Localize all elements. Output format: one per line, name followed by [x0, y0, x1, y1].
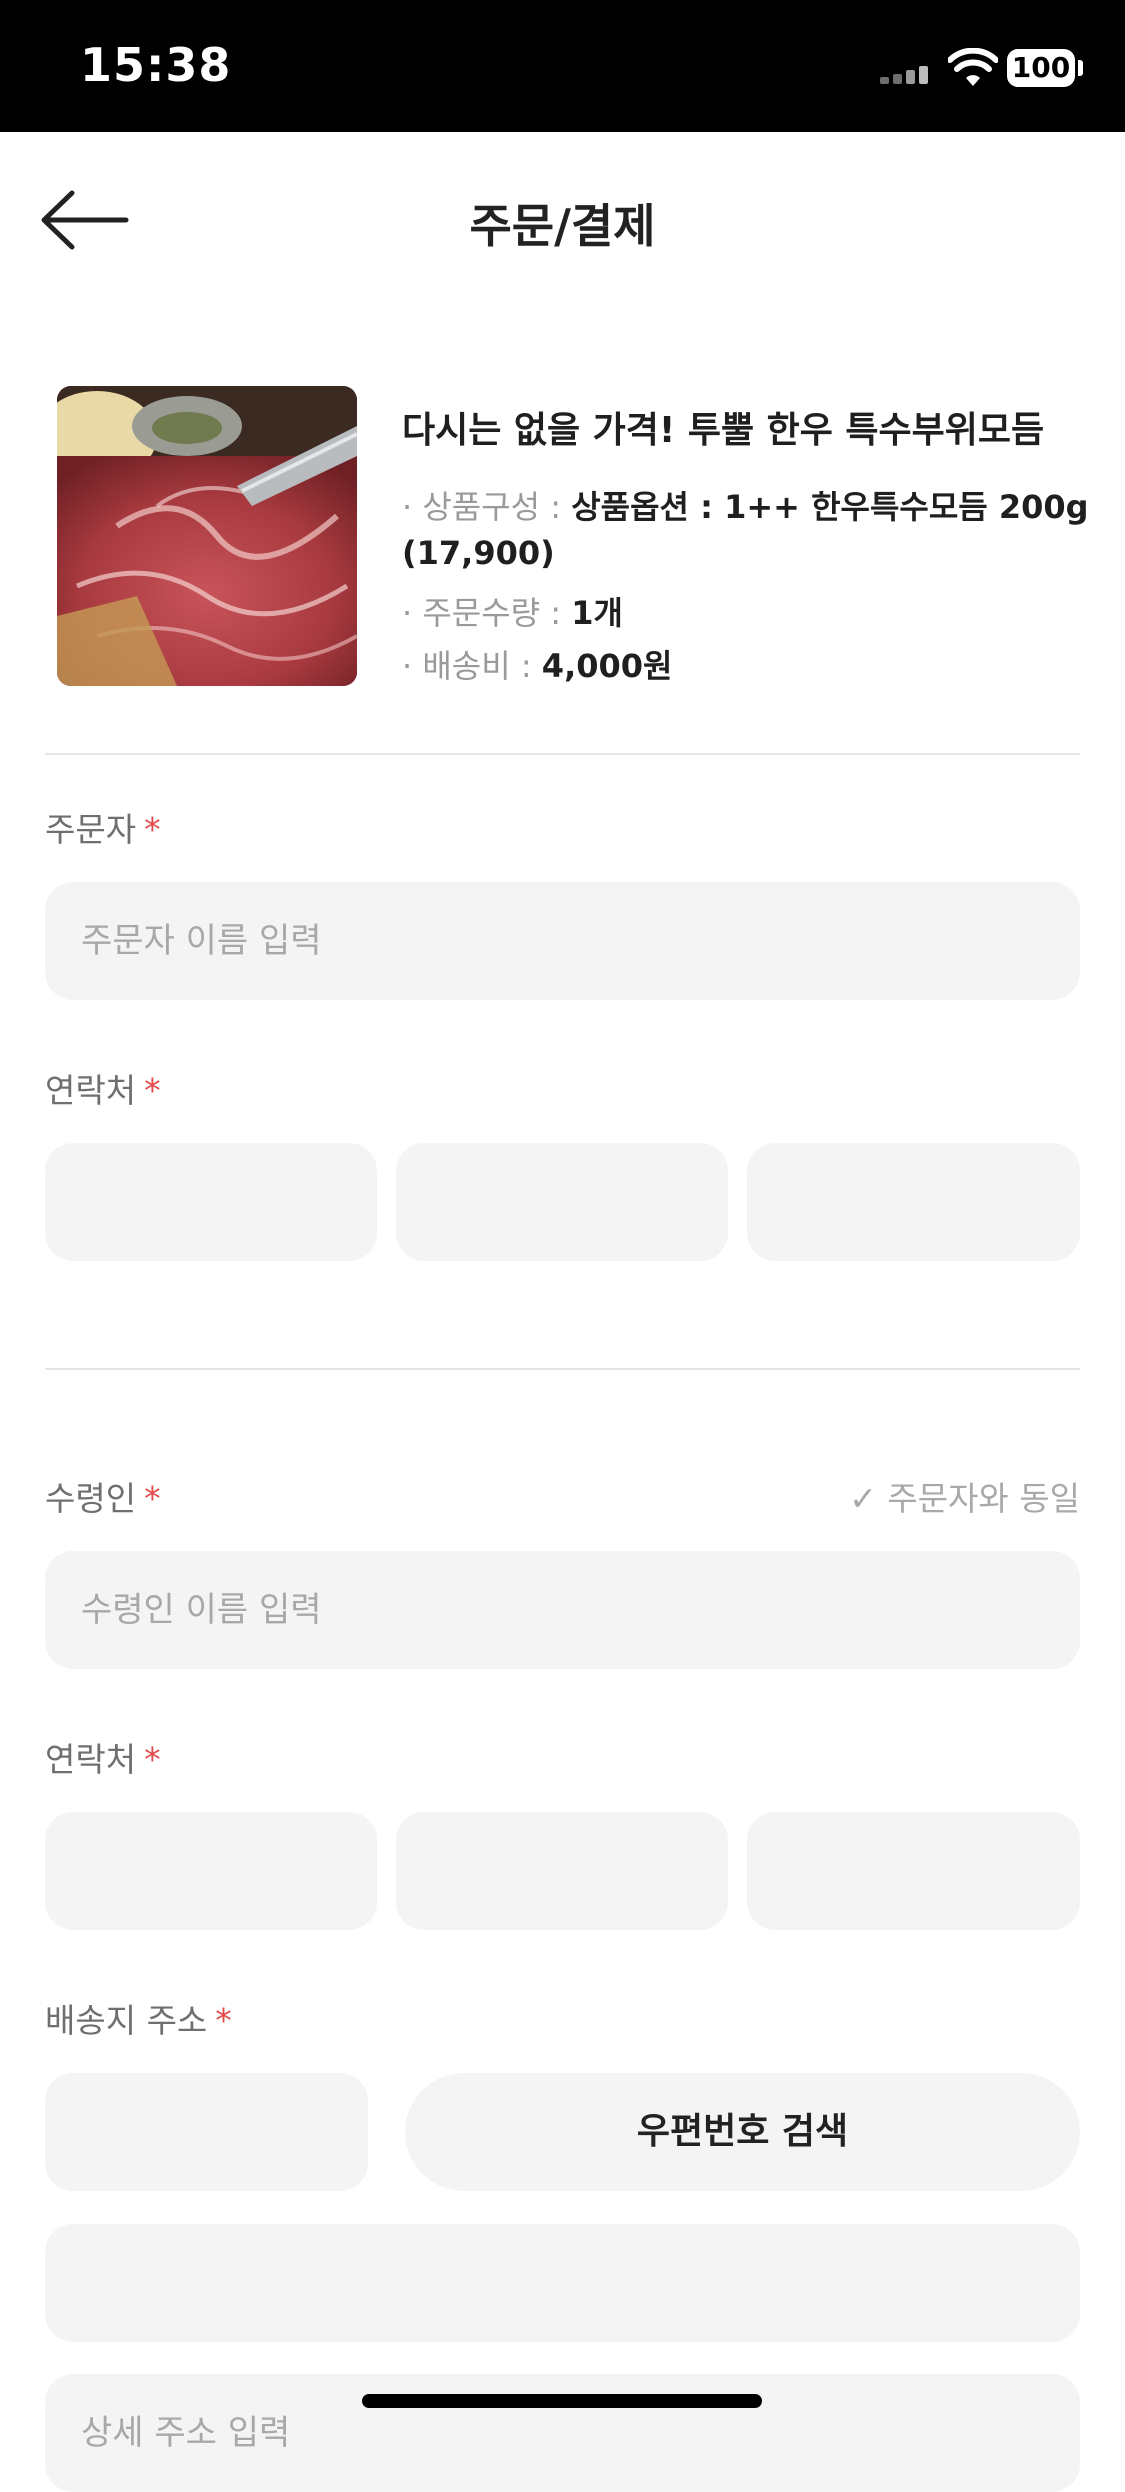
header: 주문/결제	[0, 132, 1125, 312]
option-label: · 상품구성 :	[402, 488, 572, 526]
product-title: 다시는 없을 가격! 투뿔 한우 특수부위모듬	[402, 410, 1045, 451]
battery-icon: 100	[1007, 49, 1075, 87]
recipient-phone-part3-input[interactable]	[747, 1812, 1080, 1930]
required-mark: *	[144, 1479, 161, 1518]
divider	[45, 753, 1080, 755]
orderer-label: 주문자 *	[45, 803, 161, 851]
required-mark: *	[144, 810, 161, 849]
status-time: 15:38	[80, 38, 232, 92]
divider	[45, 1368, 1080, 1370]
orderer-name-input[interactable]: 주문자 이름 입력	[45, 882, 1080, 1000]
option-price: (17,900)	[402, 534, 555, 572]
required-mark: *	[144, 1071, 161, 1110]
zipcode-input[interactable]	[45, 2073, 368, 2191]
detail-address-input[interactable]: 상세 주소 입력	[45, 2374, 1080, 2492]
product-option-price: (17,900)	[402, 534, 555, 572]
option-value: 상품옵션 : 1++ 한우특수모듬 200g	[571, 488, 1089, 526]
shipping-label: · 배송비 :	[402, 647, 542, 685]
orderer-phone-part1-input[interactable]	[45, 1143, 377, 1261]
address-label-text: 배송지 주소	[45, 2001, 208, 2040]
home-indicator	[362, 2394, 762, 2408]
battery-tip	[1078, 60, 1083, 76]
page-title: 주문/결제	[469, 199, 656, 253]
orderer-label-text: 주문자	[45, 810, 137, 849]
orderer-contact-label-text: 연락처	[45, 1071, 137, 1110]
status-bar: 15:38 100	[0, 0, 1125, 132]
recipient-contact-label: 연락처 *	[45, 1733, 161, 1781]
shipping-value: 4,000원	[541, 647, 673, 685]
recipient-label-text: 수령인	[45, 1479, 137, 1518]
required-mark: *	[215, 2001, 232, 2040]
quantity-label: · 주문수량 :	[402, 594, 572, 632]
recipient-contact-label-text: 연락처	[45, 1740, 137, 1779]
recipient-name-input[interactable]: 수령인 이름 입력	[45, 1551, 1080, 1669]
orderer-phone-part2-input[interactable]	[396, 1143, 728, 1261]
battery-level: 100	[1011, 51, 1071, 84]
quantity-value: 1개	[571, 594, 623, 632]
recipient-phone-part2-input[interactable]	[396, 1812, 728, 1930]
zipcode-search-button[interactable]: 우편번호 검색	[405, 2073, 1080, 2191]
same-as-orderer-toggle[interactable]: ✓ 주문자와 동일	[849, 1472, 1080, 1520]
address-label: 배송지 주소 *	[45, 1994, 232, 2042]
product-shipping: · 배송비 : 4,000원	[402, 641, 672, 687]
recipient-label: 수령인 *	[45, 1472, 161, 1520]
recipient-phone-part1-input[interactable]	[45, 1812, 377, 1930]
product-option: · 상품구성 : 상품옵션 : 1++ 한우특수모듬 200g	[402, 482, 1089, 528]
address-input[interactable]	[45, 2224, 1080, 2342]
product-quantity: · 주문수량 : 1개	[402, 588, 623, 634]
product-summary: 다시는 없을 가격! 투뿔 한우 특수부위모듬 · 상품구성 : 상품옵션 : …	[57, 386, 1089, 687]
product-image	[57, 386, 357, 686]
required-mark: *	[144, 1740, 161, 1779]
cellular-signal-icon	[880, 66, 932, 84]
orderer-contact-label: 연락처 *	[45, 1064, 161, 1112]
orderer-phone-part3-input[interactable]	[747, 1143, 1080, 1261]
wifi-icon	[948, 48, 998, 86]
